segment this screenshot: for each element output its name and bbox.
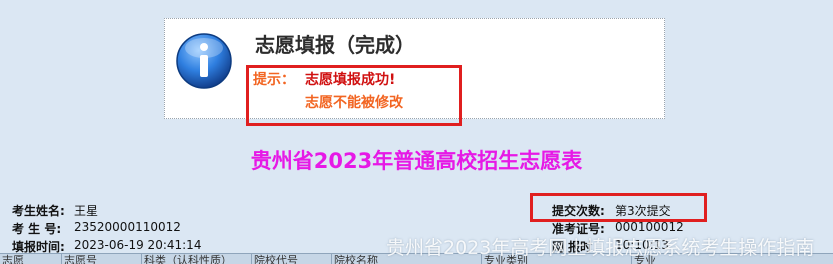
table-header-cell: 志愿号: [62, 254, 142, 264]
fill-time-value: 2023-06-19 20:41:14: [74, 238, 202, 252]
watermark-caption: 贵州省2023年高考网上填报志愿系统考生操作指南: [386, 237, 815, 259]
student-id-value: 23520000110012: [74, 220, 181, 234]
table-header-cell: 科类（认科性质）: [142, 254, 252, 264]
notice-dialog: 志愿填报（完成） 提示： 志愿填报成功! 志愿不能被修改: [164, 18, 665, 126]
table-header-cell: 院校代号: [252, 254, 332, 264]
submission-count-value: 第3次提交: [615, 204, 671, 218]
hint-success-message: 志愿填报成功!: [305, 72, 396, 88]
hint-locked-message: 志愿不能被修改: [305, 95, 403, 111]
notice-title: 志愿填报（完成）: [255, 33, 415, 57]
hint-label: 提示：: [253, 72, 295, 88]
student-name-value: 王星: [74, 204, 99, 218]
submission-count-label: 提交次数:: [552, 204, 605, 218]
table-header-cell: 志愿: [0, 254, 62, 264]
ticket-number-value: 000100012: [615, 220, 684, 234]
student-id-label: 考 生 号:: [12, 222, 62, 236]
info-icon: [176, 33, 232, 89]
student-name-label: 考生姓名:: [12, 204, 65, 218]
form-title: 贵州省2023年普通高校招生志愿表: [250, 149, 583, 173]
